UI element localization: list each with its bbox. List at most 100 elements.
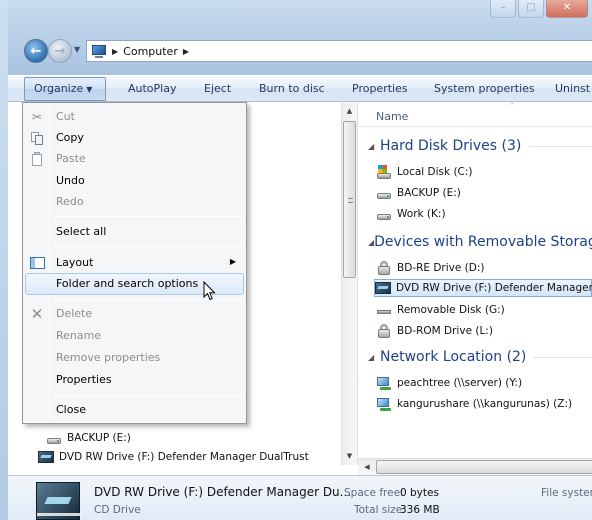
- dvd-drive-icon: [38, 449, 54, 465]
- caption-buttons: – □ ✕: [452, 0, 592, 22]
- collapse-triangle-icon[interactable]: ◢: [368, 353, 380, 362]
- group-network-location[interactable]: ◢ Network Location (2): [368, 348, 592, 366]
- optical-drive-icon: [376, 323, 392, 339]
- address-segment-computer[interactable]: Computer: [123, 45, 178, 58]
- column-header-name[interactable]: Name ˆ: [358, 103, 592, 127]
- group-title: Devices with Removable Storage: [374, 234, 592, 250]
- organize-button[interactable]: Organize ▼: [24, 77, 106, 101]
- command-bar: Organize ▼ AutoPlay Eject Burn to disc Pr…: [8, 75, 592, 102]
- drive-label: BD-ROM Drive (L:): [397, 325, 493, 337]
- dropdown-arrow-icon: ▼: [86, 85, 93, 94]
- space-free-label: Space free:: [344, 487, 404, 499]
- menu-item-undo[interactable]: Undo: [25, 170, 244, 192]
- hard-disk-icon: [376, 185, 392, 201]
- total-size-label: Total size:: [354, 504, 406, 516]
- address-chevron-icon[interactable]: ▶: [112, 47, 118, 56]
- scroll-down-arrow-icon[interactable]: ▼: [342, 448, 357, 465]
- menu-item-copy[interactable]: Copy: [25, 127, 244, 149]
- drive-label: BD-RE Drive (D:): [397, 262, 485, 274]
- nav-item-backup[interactable]: BACKUP (E:): [46, 429, 131, 447]
- menu-item-label: Close: [56, 403, 86, 416]
- drive-backup-e[interactable]: BACKUP (E:): [376, 184, 592, 202]
- system-properties-button[interactable]: System properties: [434, 76, 535, 102]
- drive-label: kangurushare (\\kangurunas) (Z:): [397, 398, 573, 410]
- drive-dvd-rw-f[interactable]: DVD RW Drive (F:) Defender Manager: [374, 279, 592, 297]
- group-removable-storage[interactable]: ◢ Devices with Removable Storage: [368, 233, 592, 251]
- organize-label: Organize: [34, 82, 84, 95]
- organize-menu: ✂ Cut Copy Paste Undo Redo Select all La…: [22, 102, 247, 424]
- back-button[interactable]: ←: [24, 39, 48, 63]
- forward-button[interactable]: →: [48, 39, 72, 63]
- address-chevron-icon[interactable]: ▶: [183, 47, 189, 56]
- menu-item-layout[interactable]: Layout ▶: [25, 252, 244, 274]
- network-drive-kangurushare[interactable]: kangurushare (\\kangurunas) (Z:): [376, 395, 592, 413]
- scroll-up-arrow-icon[interactable]: ▲: [342, 103, 357, 120]
- removable-disk-icon: [376, 302, 392, 318]
- menu-item-label: Properties: [56, 373, 112, 386]
- details-item-name: DVD RW Drive (F:) Defender Manager Du...: [94, 485, 352, 499]
- menu-item-rename[interactable]: Rename: [25, 325, 244, 347]
- burn-to-disc-button[interactable]: Burn to disc: [259, 76, 325, 102]
- scrollbar-thumb[interactable]: [343, 121, 356, 278]
- delete-x-icon: ✕: [30, 305, 44, 323]
- close-window-button[interactable]: ✕: [546, 0, 588, 18]
- group-title: Hard Disk Drives (3): [380, 138, 522, 154]
- submenu-arrow-icon: ▶: [229, 257, 236, 266]
- drive-local-disk-c[interactable]: Local Disk (C:): [376, 163, 592, 181]
- back-arrow-icon: ←: [30, 43, 42, 59]
- menu-item-select-all[interactable]: Select all: [25, 221, 244, 243]
- drive-label: DVD RW Drive (F:) Defender Manager: [396, 282, 592, 294]
- menu-item-label: Remove properties: [56, 351, 161, 364]
- recent-pages-dropdown[interactable]: ▼: [74, 45, 80, 54]
- details-item-type: CD Drive: [94, 504, 141, 516]
- collapse-triangle-icon[interactable]: ◢: [368, 142, 380, 151]
- forward-arrow-icon: →: [54, 43, 66, 59]
- paste-icon: [29, 151, 45, 167]
- maximize-button[interactable]: □: [518, 0, 544, 18]
- group-hard-disk-drives[interactable]: ◢ Hard Disk Drives (3): [368, 137, 592, 155]
- menu-item-delete[interactable]: ✕ Delete: [25, 303, 244, 325]
- drive-bd-re-d[interactable]: BD-RE Drive (D:): [376, 259, 592, 277]
- uninstall-button[interactable]: Uninst: [555, 76, 590, 102]
- windows-disk-icon: [376, 164, 392, 180]
- computer-icon: [91, 44, 107, 58]
- properties-button[interactable]: Properties: [352, 76, 408, 102]
- details-pane: DVD RW Drive (F:) Defender Manager Du...…: [8, 475, 592, 520]
- content-pane-horizontal-scrollbar[interactable]: ◀: [358, 458, 592, 475]
- content-pane: Name ˆ ◢ Hard Disk Drives (3) Local Disk…: [358, 103, 592, 465]
- drive-work-k[interactable]: Work (K:): [376, 205, 592, 223]
- address-bar[interactable]: ▶ Computer ▶: [86, 40, 592, 62]
- minimize-button[interactable]: –: [490, 0, 516, 18]
- network-drive-icon: [376, 375, 392, 391]
- hard-disk-icon: [46, 430, 62, 446]
- drive-label: Local Disk (C:): [397, 166, 473, 178]
- autoplay-button[interactable]: AutoPlay: [128, 76, 176, 102]
- scroll-left-arrow-icon[interactable]: ◀: [360, 459, 374, 475]
- menu-item-label: Redo: [56, 195, 84, 208]
- nav-item-dvd-drive[interactable]: DVD RW Drive (F:) Defender Manager DualT…: [38, 448, 309, 466]
- menu-item-label: Select all: [56, 225, 107, 238]
- menu-item-paste[interactable]: Paste: [25, 148, 244, 170]
- menu-item-label: Layout: [56, 256, 94, 269]
- menu-separator: [53, 395, 244, 396]
- menu-item-label: Cut: [56, 110, 75, 123]
- navigation-pane-scrollbar[interactable]: ▲ ▼: [341, 103, 358, 465]
- horizontal-scrollbar-thumb[interactable]: [376, 460, 592, 474]
- eject-button[interactable]: Eject: [204, 76, 231, 102]
- drive-bd-rom-l[interactable]: BD-ROM Drive (L:): [376, 322, 592, 340]
- menu-item-label: Undo: [56, 174, 85, 187]
- network-drive-peachtree[interactable]: peachtree (\\server) (Y:): [376, 374, 592, 392]
- mouse-pointer-icon: [203, 281, 216, 301]
- menu-item-properties[interactable]: Properties: [25, 369, 244, 391]
- drive-removable-disk-g[interactable]: Removable Disk (G:): [376, 301, 592, 319]
- menu-separator: [53, 246, 244, 247]
- column-name-label: Name: [376, 110, 409, 123]
- menu-item-label: Copy: [56, 131, 84, 144]
- menu-item-label: Paste: [56, 152, 86, 165]
- group-title: Network Location (2): [380, 349, 527, 365]
- menu-item-redo[interactable]: Redo: [25, 191, 244, 213]
- menu-item-close[interactable]: Close: [25, 399, 244, 421]
- menu-item-remove-properties[interactable]: Remove properties: [25, 347, 244, 369]
- menu-item-cut[interactable]: ✂ Cut: [25, 106, 244, 128]
- sort-up-icon: ˆ: [510, 103, 515, 113]
